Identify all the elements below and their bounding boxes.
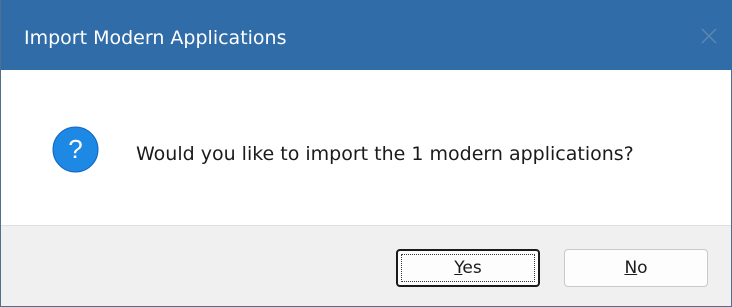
- close-button[interactable]: [695, 22, 723, 50]
- import-dialog: Import Modern Applications ? Would you l…: [0, 0, 732, 307]
- button-bar: Yes No: [1, 225, 731, 306]
- message-text: Would you like to import the 1 modern ap…: [136, 143, 634, 165]
- no-button-label: No: [624, 258, 647, 278]
- close-icon: [701, 28, 717, 44]
- no-button[interactable]: No: [564, 249, 708, 287]
- dialog-title: Import Modern Applications: [24, 27, 287, 49]
- svg-text:?: ?: [68, 134, 82, 164]
- title-bar[interactable]: Import Modern Applications: [1, 0, 732, 70]
- no-label-rest: o: [637, 258, 648, 278]
- yes-label-rest: es: [462, 258, 482, 278]
- question-icon: ?: [52, 126, 99, 173]
- message-area: ? Would you like to import the 1 modern …: [1, 70, 731, 225]
- yes-button[interactable]: Yes: [396, 249, 540, 287]
- no-mnemonic: N: [624, 258, 638, 278]
- yes-button-label: Yes: [454, 258, 481, 278]
